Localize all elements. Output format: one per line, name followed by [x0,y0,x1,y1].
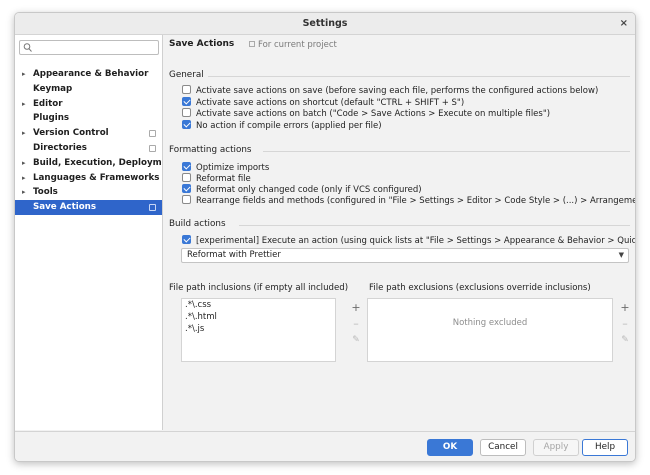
edit-inclusion-icon[interactable]: ✎ [350,334,362,346]
save-actions-panel: Save Actions For current project General… [164,35,635,430]
sidebar-item-label: Keymap [33,83,73,94]
project-level-icon [149,144,156,152]
expand-arrow-icon[interactable]: ▸ [22,185,26,200]
help-button[interactable]: Help [582,439,628,456]
option-reformat-only-changed-code-only-if-vcs-c-checkbox[interactable]: Reformat only changed code (only if VCS … [182,184,422,195]
expand-arrow-icon[interactable]: ▸ [22,67,26,82]
add-inclusion-icon[interactable]: + [350,302,362,314]
sidebar-item-label: Version Control [33,128,109,139]
project-level-icon [149,204,156,212]
checkbox-unchecked[interactable] [182,108,191,117]
window-title: Settings [302,18,348,29]
edit-exclusion-icon[interactable]: ✎ [619,334,631,346]
checkbox-checked[interactable] [182,235,191,244]
list-item[interactable]: .*\.js [182,323,335,335]
expand-arrow-icon[interactable]: ▸ [22,171,26,186]
sidebar-item-label: Build, Execution, Deployment [33,157,162,168]
checkbox-checked[interactable] [182,96,191,106]
settings-dialog: Settings × ▸ Appearance & Behavior Keymap ▸… [14,12,636,462]
option-no-action-if-compile-errors-applied-per--checkbox[interactable]: No action if compile errors (applied per… [182,119,382,131]
section-build-label: Build actions [169,219,226,229]
sidebar-item-save-actions[interactable]: Save Actions [15,200,162,215]
remove-exclusion-icon[interactable]: – [619,318,631,330]
checkbox-checked[interactable] [182,119,191,129]
settings-sidebar: ▸ Appearance & Behavior Keymap ▸ Editor Plugi… [15,35,163,430]
close-icon[interactable]: × [620,13,628,35]
divider [208,76,630,77]
list-item[interactable]: .*\.html [182,311,335,323]
sidebar-item-label: Languages & Frameworks [33,172,160,183]
checkbox-checked[interactable] [182,162,191,171]
sidebar-item-directories[interactable]: Directories [15,141,162,156]
section-general-label: General [169,70,204,80]
search-box[interactable] [19,40,159,55]
inclusions-label: File path inclusions (if empty all inclu… [169,283,349,293]
sidebar-item-plugins[interactable]: Plugins [15,111,162,126]
sidebar-item-editor[interactable]: ▸ Editor [15,97,162,112]
checkbox-unchecked[interactable] [182,85,191,94]
sidebar-item-build-execution-deployment[interactable]: ▸ Build, Execution, Deployment [15,156,162,171]
empty-state-text: Nothing excluded [452,318,528,328]
add-exclusion-icon[interactable]: + [619,302,631,314]
exclusions-list[interactable]: Nothing excluded [367,298,613,362]
sidebar-item-label: Directories [33,142,87,153]
quick-list-dropdown[interactable]: Reformat with Prettier ▼ [181,248,629,263]
title-bar: Settings × [15,13,635,35]
sidebar-item-label: Tools [33,187,58,198]
option-activate-save-actions-on-save-before-sav-checkbox[interactable]: Activate save actions on save (before sa… [182,85,598,96]
ok-button[interactable]: OK [427,439,473,456]
execute-quick-list-checkbox[interactable]: [experimental] Execute an action (using … [182,235,635,246]
dropdown-value: Reformat with Prettier [187,250,281,260]
checkbox-unchecked[interactable] [182,195,191,204]
sidebar-item-version-control[interactable]: ▸ Version Control [15,126,162,141]
option-rearrange-fields-and-methods-configured--checkbox[interactable]: Rearrange fields and methods (configured… [182,195,635,206]
section-formatting-label: Formatting actions [169,145,252,155]
cancel-button[interactable]: Cancel [480,439,526,456]
project-scope-icon [249,41,255,47]
chevron-down-icon: ▼ [618,251,624,259]
project-scope-label: For current project [249,40,337,50]
sidebar-item-keymap[interactable]: Keymap [15,82,162,97]
expand-arrow-icon[interactable]: ▸ [22,156,26,171]
search-icon [23,43,32,52]
project-level-icon [149,130,156,138]
option-reformat-file-checkbox[interactable]: Reformat file [182,173,251,184]
sidebar-item-appearance-behavior[interactable]: ▸ Appearance & Behavior [15,67,162,82]
option-activate-save-actions-on-shortcut-defaul-checkbox[interactable]: Activate save actions on shortcut (defau… [182,96,464,108]
option-activate-save-actions-on-batch-code-save-checkbox[interactable]: Activate save actions on batch ("Code > … [182,108,550,119]
exclusions-label: File path exclusions (exclusions overrid… [369,283,591,293]
divider [239,225,630,226]
sidebar-item-tools[interactable]: ▸ Tools [15,185,162,200]
inclusions-list[interactable]: .*\.css .*\.html .*\.js [181,298,336,362]
remove-inclusion-icon[interactable]: – [350,318,362,330]
sidebar-item-languages-frameworks[interactable]: ▸ Languages & Frameworks [15,171,162,186]
expand-arrow-icon[interactable]: ▸ [22,97,26,112]
option-optimize-imports-checkbox[interactable]: Optimize imports [182,162,269,173]
search-input[interactable] [34,42,154,53]
dialog-footer: OK Cancel Apply Help [15,431,635,461]
checkbox-unchecked[interactable] [182,173,191,182]
settings-tree: ▸ Appearance & Behavior Keymap ▸ Editor Plugi… [15,67,162,215]
sidebar-item-label: Appearance & Behavior [33,69,149,79]
checkbox-checked[interactable] [182,184,191,193]
sidebar-item-label: Save Actions [33,202,97,213]
sidebar-item-label: Editor [33,98,63,109]
page-title: Save Actions [169,39,235,49]
sidebar-item-label: Plugins [33,113,70,124]
divider [263,151,630,152]
list-item[interactable]: .*\.css [182,299,335,311]
apply-button[interactable]: Apply [533,439,579,456]
expand-arrow-icon[interactable]: ▸ [22,126,26,141]
